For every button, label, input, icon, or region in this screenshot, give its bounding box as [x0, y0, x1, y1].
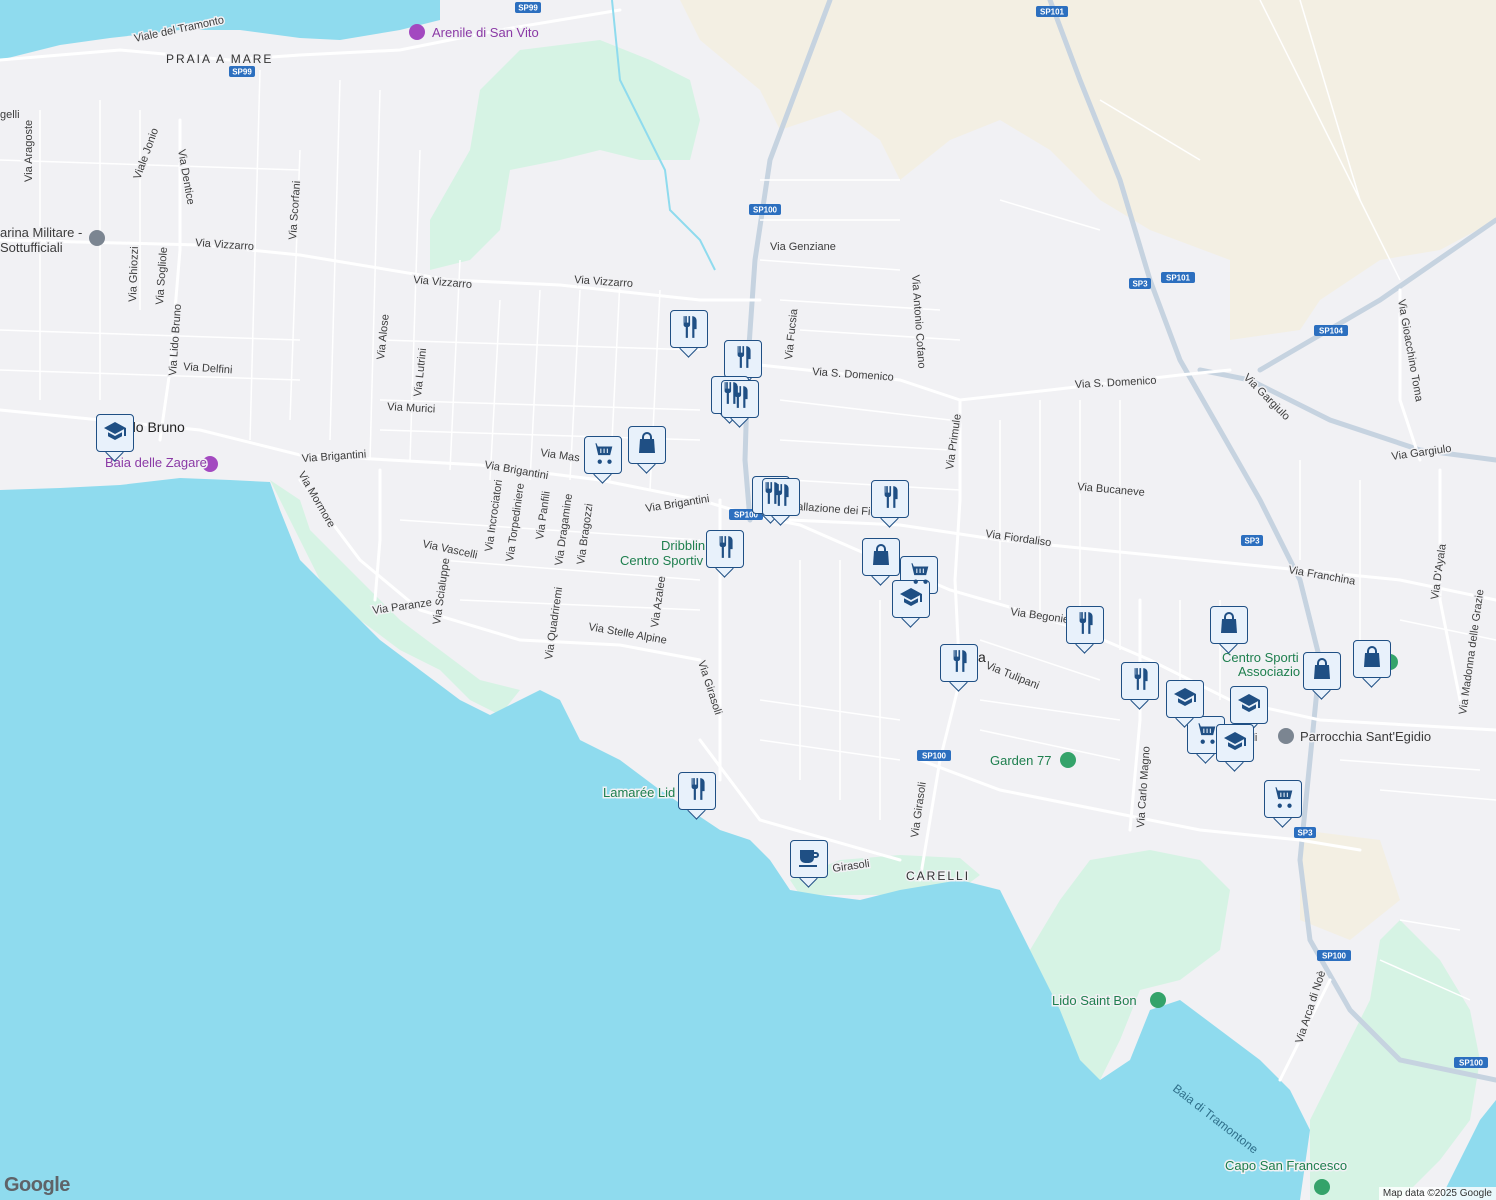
restaurant-icon [730, 344, 756, 375]
restaurant-icon [684, 776, 710, 807]
school-icon [1171, 685, 1199, 714]
google-logo: Google [4, 1174, 70, 1196]
restaurant-icon [946, 648, 972, 679]
svg-text:SP104: SP104 [1319, 327, 1344, 336]
map-marker-restaurant[interactable] [670, 310, 708, 358]
shopping-bag-icon [1217, 610, 1241, 641]
shopping-bag-icon [1310, 656, 1334, 687]
map-marker-restaurant[interactable] [1121, 662, 1159, 710]
svg-text:SP3: SP3 [1297, 829, 1313, 838]
map-marker-restaurant[interactable] [706, 530, 744, 578]
camera-icon [409, 24, 425, 40]
shopping-bag-icon [869, 542, 893, 573]
church-icon [1278, 728, 1294, 744]
map-marker-restaurant[interactable] [940, 644, 978, 692]
map-attribution[interactable]: Map data ©2025 Google [1378, 1187, 1496, 1200]
poi-sottufficiali: Sottufficiali [0, 240, 63, 255]
street-label: Via Aragoste [23, 120, 35, 182]
poi-parrocchia: Parrocchia Sant'Egidio [1300, 729, 1431, 744]
restaurant-icon [727, 384, 753, 415]
poi-centro-sportivo-2: Centro Sporti [1222, 650, 1299, 665]
school-icon [101, 419, 129, 448]
place-label-fragment: a [978, 649, 986, 665]
map-marker-school[interactable] [96, 414, 134, 462]
street-label: Via Genziane [770, 241, 836, 253]
svg-text:SP3: SP3 [1132, 280, 1148, 289]
poi-marina: arina Militare - [0, 225, 82, 240]
park-icon [1150, 992, 1166, 1008]
school-icon [1235, 691, 1263, 720]
shopping-bag-icon [635, 430, 659, 461]
map-marker-shopping-bag[interactable] [628, 426, 666, 474]
restaurant-icon [1127, 666, 1153, 697]
svg-text:SP100: SP100 [1459, 1059, 1484, 1068]
poi-lido-saint-bon: Lido Saint Bon [1052, 993, 1137, 1008]
restaurant-icon [877, 484, 903, 515]
street-label: gelli [0, 109, 20, 121]
svg-text:SP101: SP101 [1040, 8, 1065, 17]
svg-text:SP99: SP99 [518, 4, 538, 13]
poi-arenile: Arenile di San Vito [432, 25, 539, 40]
street-label: Via Ghiozzi [127, 246, 141, 302]
cafe-icon [795, 845, 823, 874]
svg-text:SP3: SP3 [1244, 537, 1260, 546]
school-dot-icon [89, 230, 105, 246]
map-marker-restaurant[interactable] [678, 772, 716, 820]
poi-centro-sportivo: Centro Sportiv [620, 553, 704, 568]
park-icon [1060, 752, 1076, 768]
svg-text:SP101: SP101 [1166, 274, 1191, 283]
park-icon [1314, 1179, 1330, 1195]
map-marker-restaurant[interactable] [1066, 606, 1104, 654]
restaurant-icon [676, 314, 702, 345]
poi-lamaree: Lamarée Lid [603, 785, 675, 800]
map-marker-restaurant[interactable] [762, 478, 800, 526]
map-marker-shopping-bag[interactable] [862, 538, 900, 586]
area-label-carelli: CARELLI [906, 869, 970, 883]
restaurant-icon [1072, 610, 1098, 641]
map-canvas[interactable]: SP99 SP99 SP101 SP100 SP101 SP3 SP104 SP… [0, 0, 1496, 1200]
shopping-cart-icon [589, 440, 617, 471]
svg-text:SP99: SP99 [232, 68, 252, 77]
map-marker-restaurant[interactable] [721, 380, 759, 428]
place-label-lido-bruno: do Bruno [128, 419, 185, 435]
poi-dribbling: Dribblin [661, 538, 705, 553]
map-marker-restaurant[interactable] [871, 480, 909, 528]
poi-associazione: Associazio [1238, 664, 1300, 679]
restaurant-icon [768, 482, 794, 513]
map-marker-shopping-cart[interactable] [1264, 780, 1302, 828]
map-marker-shopping-bag[interactable] [1303, 652, 1341, 700]
map-marker-shopping-bag[interactable] [1353, 640, 1391, 688]
map-marker-school[interactable] [1166, 680, 1204, 728]
school-icon [1221, 729, 1249, 758]
map-marker-school[interactable] [1216, 724, 1254, 772]
school-icon [897, 585, 925, 614]
map-marker-shopping-bag[interactable] [1210, 606, 1248, 654]
map-marker-shopping-cart[interactable] [584, 436, 622, 484]
shopping-cart-icon [1269, 784, 1297, 815]
map-marker-cafe[interactable] [790, 840, 828, 888]
shopping-bag-icon [1360, 644, 1384, 675]
svg-text:SP100: SP100 [753, 206, 778, 215]
area-label-praia: PRAIA A MARE [166, 52, 273, 66]
street-label: Via Murici [387, 401, 436, 416]
map-marker-school[interactable] [892, 580, 930, 628]
restaurant-icon [712, 534, 738, 565]
poi-garden: Garden 77 [990, 753, 1051, 768]
svg-text:SP100: SP100 [1322, 952, 1347, 961]
poi-capo: Capo San Francesco [1225, 1158, 1347, 1173]
svg-text:SP100: SP100 [922, 752, 947, 761]
